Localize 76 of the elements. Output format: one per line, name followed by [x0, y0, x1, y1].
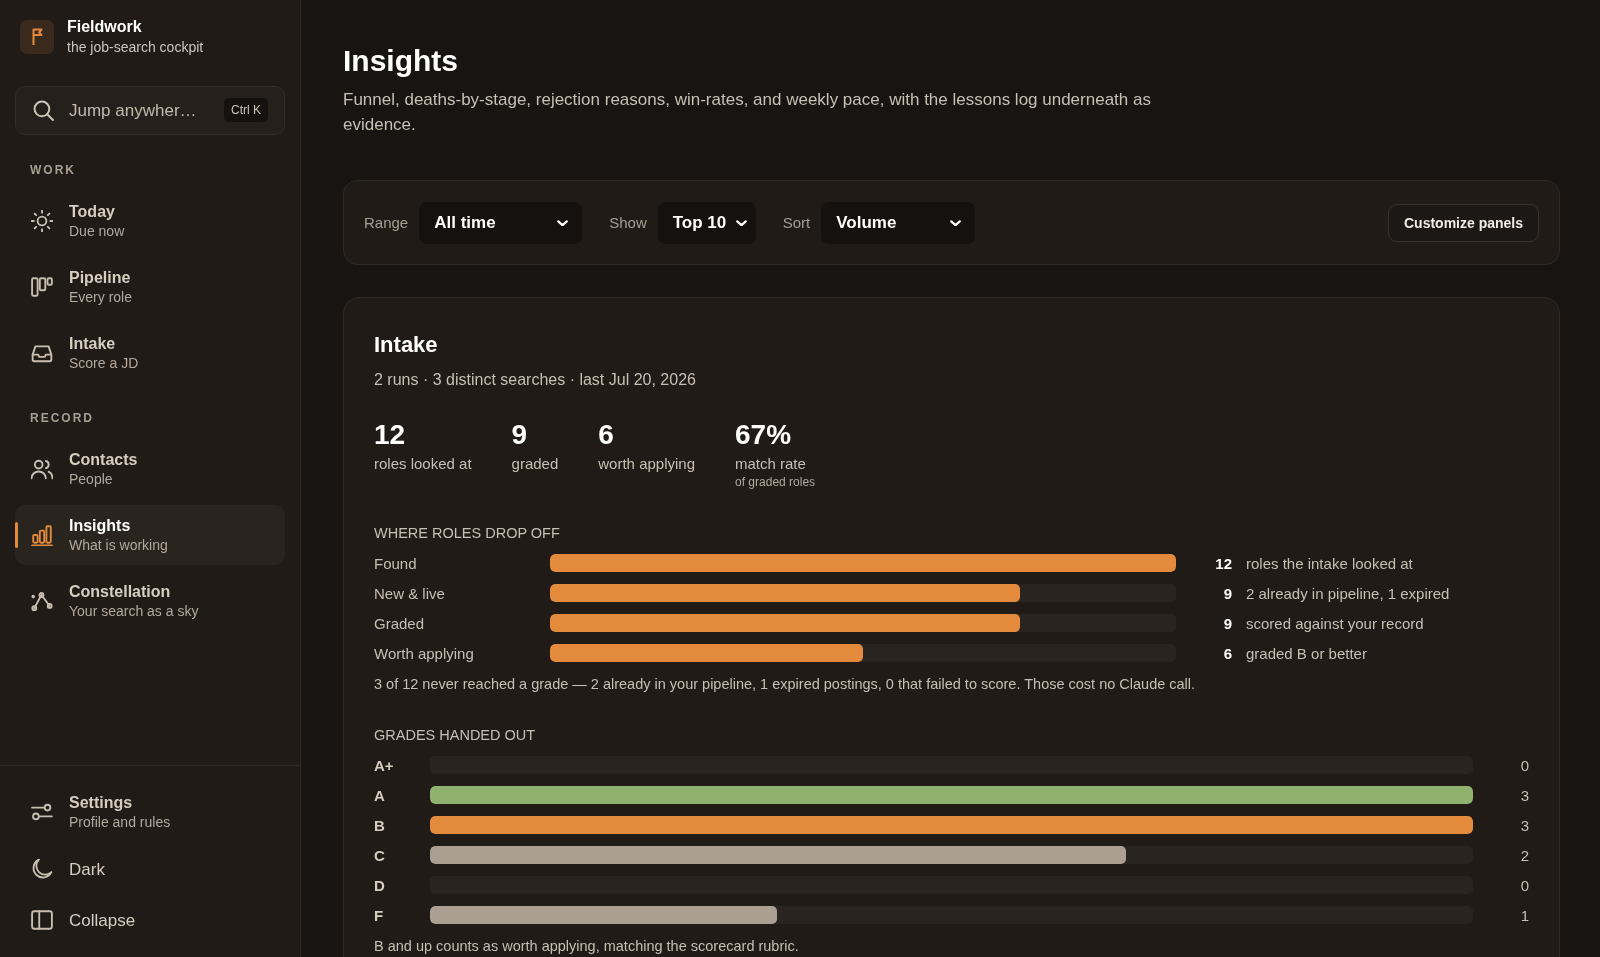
stat-value: 67%: [735, 418, 793, 452]
stat-label: graded: [511, 454, 559, 474]
select-dropdown[interactable]: Volume: [821, 201, 976, 244]
stage-label: Worth applying: [374, 644, 475, 662]
sliders-icon: [31, 801, 53, 823]
chevron-down-icon: [736, 219, 748, 226]
grade-count: 2: [1519, 846, 1529, 864]
chevron-down-icon: [557, 219, 569, 226]
sun-icon: [31, 210, 53, 232]
card-subtitle: 2 runs · 3 distinct searches · last Jul 20, 2026: [374, 370, 697, 390]
columns-icon: [31, 276, 53, 298]
tray-icon: [31, 342, 53, 364]
stat-label: match rate: [735, 454, 807, 474]
stat-value: 9: [511, 418, 529, 452]
grade-label: F: [374, 906, 385, 924]
shortcut-key: Ctrl K: [224, 98, 268, 122]
grades-note: B and up counts as worth applying, matching the scorecard rubric.: [374, 937, 800, 956]
page-description: Funnel, deaths-by-stage, rejection reasons, win-rates, and weekly pace, with the lessons log underneath as evidence.: [343, 89, 1152, 136]
search-icon: [33, 100, 54, 121]
section-heading: WORK: [29, 163, 77, 177]
nav-item[interactable]: Intake Score a JD: [15, 323, 285, 383]
select-dropdown[interactable]: All time: [419, 201, 583, 244]
grade-count: 1: [1519, 906, 1529, 924]
moon-icon: [31, 858, 53, 880]
stat-note: of graded roles: [735, 474, 816, 490]
nav-item[interactable]: Dark: [15, 845, 285, 893]
filter-label: Sort: [782, 214, 811, 231]
grade-count: 3: [1519, 816, 1529, 834]
grade-label: D: [374, 876, 386, 894]
customize-panels-button[interactable]: Customize panels: [1387, 203, 1539, 242]
nav-item[interactable]: Insights What is working: [15, 505, 285, 565]
stat-label: worth applying: [598, 454, 695, 474]
grade-label: A: [374, 786, 386, 804]
people-icon: [31, 458, 53, 480]
section-heading: GRADES HANDED OUT: [374, 726, 537, 744]
stage-detail: graded B or better: [1245, 644, 1368, 662]
flag-icon: [20, 20, 54, 54]
nav-item[interactable]: Collapse: [15, 896, 285, 944]
stage-count: 12: [1214, 554, 1232, 572]
page-title: Insights: [343, 43, 459, 79]
stat-value: 12: [374, 418, 407, 452]
select-dropdown[interactable]: Top 10: [657, 201, 756, 244]
nav-item[interactable]: Today Due now: [15, 191, 285, 251]
stage-detail: roles the intake looked at: [1245, 554, 1414, 572]
app-name: Fieldwork: [67, 17, 143, 37]
grade-label: A+: [374, 756, 395, 774]
section-heading: RECORD: [29, 411, 95, 425]
nav-item[interactable]: Settings Profile and rules: [15, 782, 285, 842]
nav-item[interactable]: Constellation Your search as a sky: [15, 571, 285, 631]
bar-chart-icon: [31, 524, 53, 546]
nav-item[interactable]: Contacts People: [15, 439, 285, 499]
stage-label: Graded: [374, 614, 426, 632]
grade-count: 0: [1519, 756, 1529, 774]
grade-count: 3: [1519, 786, 1529, 804]
stat-label: roles looked at: [374, 454, 472, 474]
grade-count: 0: [1519, 876, 1529, 894]
stat-value: 6: [598, 418, 615, 452]
grade-label: C: [374, 846, 386, 864]
grade-label: B: [374, 816, 386, 834]
stage-count: 6: [1222, 644, 1232, 662]
filter-label: Show: [609, 214, 647, 231]
filter-label: Range: [364, 214, 409, 231]
app-tagline: the job-search cockpit: [67, 38, 204, 57]
stage-count: 9: [1222, 614, 1232, 632]
card-title: Intake: [374, 331, 439, 359]
stage-detail: 2 already in pipeline, 1 expired: [1245, 584, 1451, 602]
sidebar-panel-icon: [31, 909, 53, 931]
stage-count: 9: [1222, 584, 1232, 602]
stage-detail: scored against your record: [1245, 614, 1425, 632]
nav-item[interactable]: Pipeline Every role: [15, 257, 285, 317]
funnel-note: 3 of 12 never reached a grade — 2 already in your pipeline, 1 expired postings, 0 that failed to score. Those cost no Claude call.: [374, 675, 1197, 694]
stage-label: Found: [374, 554, 418, 572]
stage-label: New & live: [374, 584, 446, 602]
constellation-icon: [31, 590, 53, 612]
section-heading: WHERE ROLES DROP OFF: [374, 524, 561, 542]
chevron-down-icon: [950, 219, 962, 226]
